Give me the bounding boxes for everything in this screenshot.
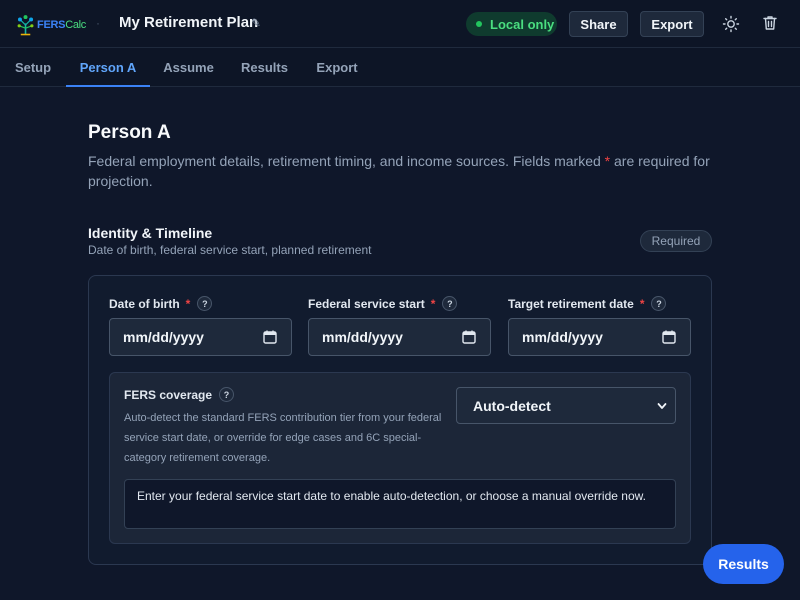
fers-coverage-select[interactable]: Auto-detect [456,387,676,424]
section-title: Identity & Timeline [88,225,213,241]
dob-placeholder: mm/dd/yyyy [123,329,204,345]
trash-icon[interactable] [761,14,779,32]
export-button[interactable]: Export [640,11,704,37]
service-start-placeholder: mm/dd/yyyy [322,329,403,345]
logo-text: FERSCalc [37,19,86,31]
calendar-icon[interactable] [263,330,277,344]
header-separator: · [96,16,100,30]
service-start-label: Federal service start * ? [308,296,458,311]
help-icon[interactable]: ? [219,387,235,402]
status-dot-icon [476,21,482,27]
help-icon[interactable]: ? [442,296,458,311]
retirement-date-label: Target retirement date * ? [508,296,667,311]
service-start-input[interactable]: mm/dd/yyyy [308,318,491,356]
dob-label: Date of birth * ? [109,296,213,311]
fers-coverage-description: Auto-detect the standard FERS contributi… [124,412,442,464]
required-marker: * [185,296,191,311]
section-subtitle: Date of birth, federal service start, pl… [88,243,372,257]
tab-assume[interactable]: Assume [163,48,214,86]
retirement-date-placeholder: mm/dd/yyyy [522,329,603,345]
results-button[interactable]: Results [703,544,784,584]
pencil-icon[interactable]: ✎ [251,16,261,30]
tab-results[interactable]: Results [241,48,288,86]
sun-icon[interactable] [722,15,740,33]
status-label: Local only [490,16,555,32]
fers-coverage-title: FERS coverage ? [124,387,235,402]
tree-logo-icon [17,15,34,36]
tab-person-a[interactable]: Person A [66,48,150,87]
tab-bar: Setup Person A Assume Results Export [0,48,800,87]
local-only-status: Local only [466,12,557,36]
required-marker: * [430,296,436,311]
tab-setup[interactable]: Setup [15,48,51,86]
calendar-icon[interactable] [462,330,476,344]
plan-title[interactable]: My Retirement Plan [119,14,258,31]
chevron-down-icon [657,403,667,409]
tab-export[interactable]: Export [316,48,357,86]
app-logo[interactable]: FERSCalc [16,10,86,40]
help-icon[interactable]: ? [651,296,667,311]
help-icon[interactable]: ? [197,296,213,311]
fers-auto-detect-notice: Enter your federal service start date to… [124,479,676,529]
fers-select-value: Auto-detect [473,397,551,414]
dob-input[interactable]: mm/dd/yyyy [109,318,292,356]
required-marker: * [639,296,645,311]
top-bar: FERSCalc · My Retirement Plan ✎ Local on… [0,0,800,48]
share-button[interactable]: Share [569,11,628,37]
page-title: Person A [88,122,171,143]
calendar-icon[interactable] [662,330,676,344]
page-description: Federal employment details, retirement t… [88,153,710,189]
required-badge: Required [640,230,712,252]
retirement-date-input[interactable]: mm/dd/yyyy [508,318,691,356]
